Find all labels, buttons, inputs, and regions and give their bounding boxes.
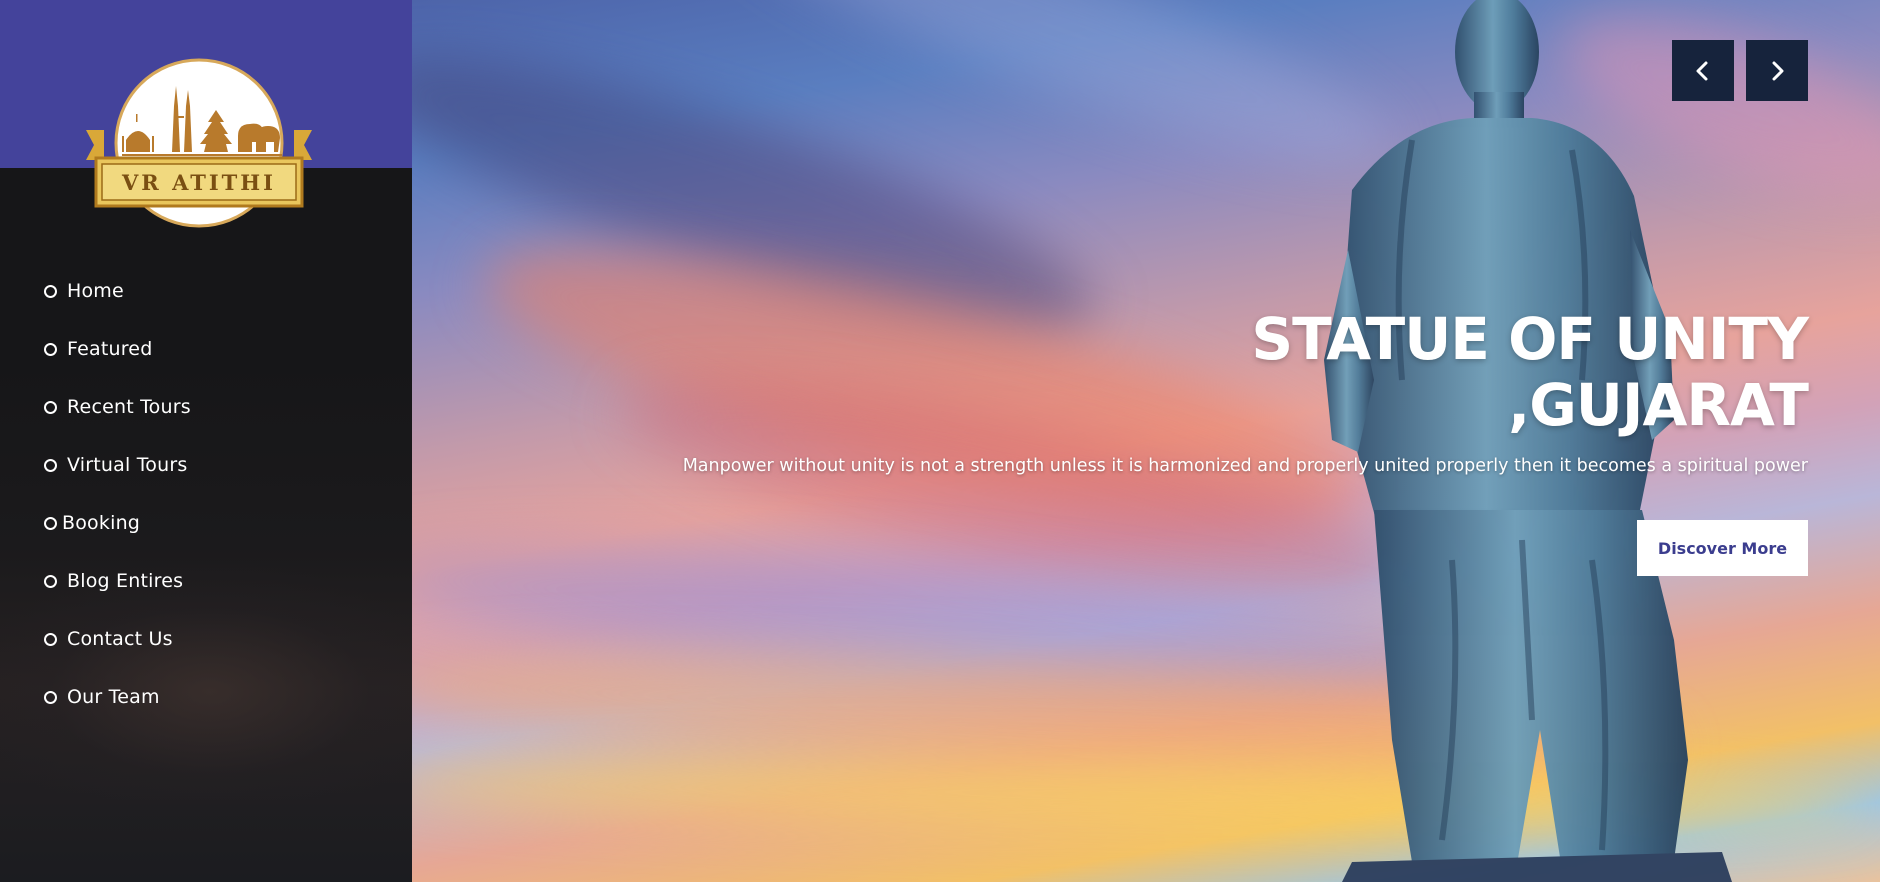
- nav-item-label: Blog Entires: [67, 570, 184, 592]
- circle-outline-icon: [44, 574, 57, 588]
- discover-more-button[interactable]: Discover More: [1637, 520, 1808, 576]
- hero-slider: STATUE OF UNITY ,GUJARAT Manpower withou…: [412, 0, 1880, 882]
- slide-title-line-2: ,GUJARAT: [1508, 371, 1809, 439]
- main-nav: Home Featured Recent Tours Virtual Tours…: [44, 262, 191, 726]
- statue-image: [1324, 0, 1732, 882]
- nav-item-label: Contact Us: [67, 628, 173, 650]
- nav-item-label: Virtual Tours: [67, 454, 188, 476]
- chevron-right-icon: [1772, 61, 1784, 80]
- nav-item-blog-entries[interactable]: Blog Entires: [44, 552, 191, 610]
- nav-item-label: Home: [67, 280, 124, 302]
- slide-title: STATUE OF UNITY ,GUJARAT: [908, 305, 1809, 439]
- circle-outline-icon: [44, 632, 57, 646]
- circle-outline-icon: [44, 342, 57, 356]
- circle-outline-icon: [44, 284, 57, 298]
- nav-item-label: Recent Tours: [67, 396, 191, 418]
- nav-item-label: Featured: [67, 338, 153, 360]
- nav-item-label: Booking: [62, 512, 141, 534]
- slide-subtitle: Manpower without unity is not a strength…: [682, 456, 1808, 476]
- slide-title-line-1: STATUE OF UNITY: [1251, 305, 1809, 373]
- circle-outline-icon: [44, 458, 57, 472]
- nav-item-virtual-tours[interactable]: Virtual Tours: [44, 436, 191, 494]
- nav-item-featured[interactable]: Featured: [44, 320, 191, 378]
- nav-item-home[interactable]: Home: [44, 262, 191, 320]
- slider-prev-button[interactable]: [1672, 40, 1734, 101]
- circle-outline-icon: [44, 516, 57, 530]
- nav-item-our-team[interactable]: Our Team: [44, 668, 191, 726]
- nav-item-booking[interactable]: Booking: [44, 494, 191, 552]
- nav-item-label: Our Team: [67, 686, 160, 708]
- nav-item-recent-tours[interactable]: Recent Tours: [44, 378, 191, 436]
- circle-outline-icon: [44, 690, 57, 704]
- nav-item-contact-us[interactable]: Contact Us: [44, 610, 191, 668]
- chevron-left-icon: [1696, 61, 1708, 80]
- slider-next-button[interactable]: [1746, 40, 1808, 101]
- logo-wordmark: VR ATITHI: [121, 170, 276, 195]
- circle-outline-icon: [44, 400, 57, 414]
- sidebar: VR ATITHI Home Featured Recent Tours Vir…: [0, 0, 412, 882]
- vr-atithi-logo[interactable]: VR ATITHI: [86, 56, 312, 230]
